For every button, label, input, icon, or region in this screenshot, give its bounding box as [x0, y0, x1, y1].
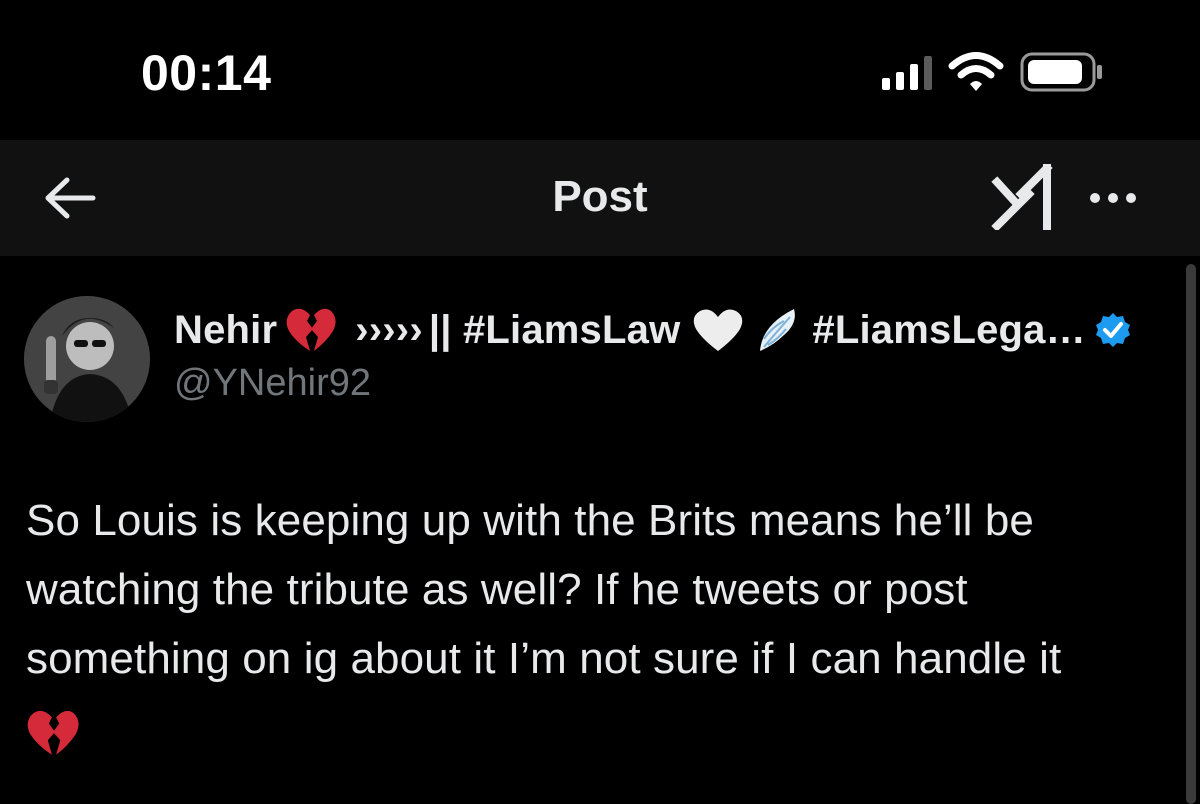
grok-icon: [991, 164, 1053, 230]
avatar-photo-icon: [24, 296, 150, 422]
nav-header: Post: [0, 140, 1200, 256]
author-block: Nehir ››››› || #LiamsLaw #LiamsLega… @YN…: [174, 300, 1174, 405]
more-options-button[interactable]: [1078, 170, 1148, 226]
tweet-text-line: something on ig about it I’m not sure if…: [26, 634, 1062, 683]
tweet-text-line: So Louis is keeping up with the Brits me…: [26, 496, 1034, 545]
name-suffix-legacy: #LiamsLega…: [812, 307, 1086, 352]
avatar[interactable]: [24, 296, 150, 422]
more-dot: [1126, 193, 1136, 203]
status-icons: [882, 50, 1104, 94]
scrollbar[interactable]: [1186, 264, 1196, 804]
grok-button[interactable]: [986, 162, 1060, 232]
name-suffix-liamslaw: || #LiamsLaw: [428, 307, 681, 352]
tweet-trailing-emoji-line: [26, 693, 1176, 762]
wing-emoji: [760, 309, 796, 351]
display-name-text: Nehir: [174, 307, 278, 352]
status-bar: 00:14: [0, 0, 1200, 140]
more-dot: [1108, 193, 1118, 203]
tweet-text-line: watching the tribute as well? If he twee…: [26, 565, 968, 614]
display-name[interactable]: Nehir ››››› || #LiamsLaw #LiamsLega…: [174, 300, 1174, 360]
broken-heart-emoji: [27, 711, 79, 756]
white-heart-emoji: [694, 309, 743, 351]
author-handle[interactable]: @YNehir92: [174, 362, 1174, 405]
status-time: 00:14: [141, 45, 272, 101]
wifi-icon: [948, 52, 1004, 91]
more-dot: [1090, 193, 1100, 203]
broken-heart-emoji: [286, 308, 336, 351]
battery-icon: [1020, 52, 1102, 92]
tweet-text: So Louis is keeping up with the Brits me…: [26, 486, 1176, 762]
name-suffix-arrows: ›››››: [355, 307, 423, 352]
post: Nehir ››››› || #LiamsLaw #LiamsLega… @YN…: [0, 256, 1200, 804]
cellular-signal-icon: [882, 54, 932, 90]
verified-badge-icon: [1095, 313, 1130, 347]
